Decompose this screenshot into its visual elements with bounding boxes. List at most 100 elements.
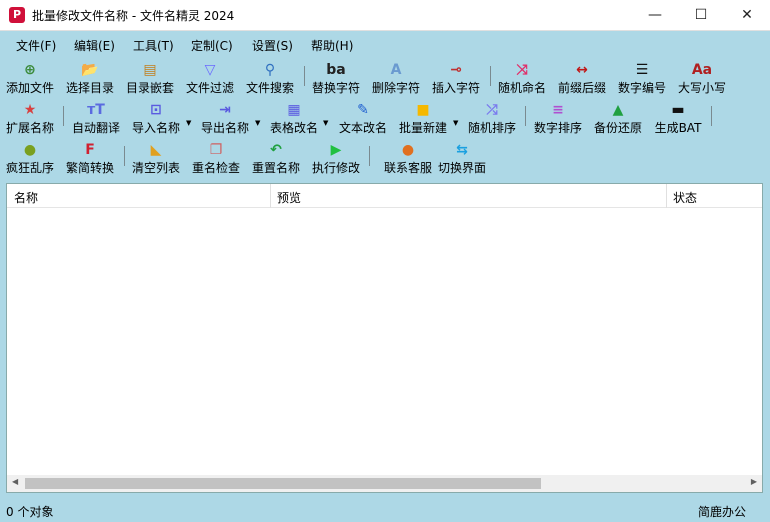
case-icon: Aa — [691, 62, 713, 78]
menu-tools[interactable]: 工具(T) — [133, 37, 174, 54]
numbered-list-icon: ☰ — [635, 62, 649, 78]
toolbar-button[interactable]: ▲ 备份还原 — [586, 102, 650, 136]
menu-customize[interactable]: 定制(C) — [191, 37, 233, 54]
toolbar-button[interactable]: ◣ 清空列表 — [124, 142, 188, 176]
horizontal-scrollbar[interactable]: ◀ ▶ — [7, 475, 762, 492]
toolbar-button-label: 导出名称 — [200, 121, 249, 135]
toolbar-button-label: 替换字符 — [311, 81, 360, 95]
toolbar-button[interactable]: ⊸ 插入字符 — [424, 62, 488, 96]
column-name[interactable]: 名称 — [14, 189, 38, 206]
toolbar-button[interactable]: ⊡ 导入名称 — [124, 102, 188, 136]
toolbar-button[interactable]: ▤ 目录嵌套 — [118, 62, 182, 96]
toolbar-button[interactable]: ■ 批量新建 — [391, 102, 455, 136]
terminal-icon: ▬ — [671, 102, 685, 118]
play-icon: ▶ — [330, 142, 342, 158]
toolbar-button-label: 批量新建 — [398, 121, 447, 135]
toolbar-button[interactable]: ≡ 数字排序 — [526, 102, 590, 136]
edit-icon: ✎ — [357, 102, 369, 118]
toolbar-button[interactable]: 📂 选择目录 — [58, 62, 122, 96]
toolbar-button[interactable]: ⤨ 随机命名 — [490, 62, 554, 96]
list-header: 名称 预览 状态 — [7, 184, 762, 208]
toolbar-button[interactable]: ★ 扩展名称 — [0, 102, 62, 136]
toolbar-button[interactable]: ↶ 重置名称 — [244, 142, 308, 176]
menu-help[interactable]: 帮助(H) — [311, 37, 353, 54]
folder-open-icon: 📂 — [81, 62, 99, 78]
toolbar-button[interactable]: ☰ 数字编号 — [610, 62, 674, 96]
scrollbar-thumb[interactable] — [25, 478, 541, 489]
filter-icon: ▽ — [204, 62, 216, 78]
f-letter-icon: F — [85, 142, 95, 158]
toolbar-button[interactable]: F 繁简转换 — [58, 142, 122, 176]
maximize-button[interactable]: ☐ — [678, 0, 724, 31]
toolbar-button[interactable]: ✎ 文本改名 — [331, 102, 395, 136]
toolbar-button-label: 生成BAT — [654, 121, 702, 135]
toolbar-button-label: 清空列表 — [131, 161, 180, 175]
toolbar-button[interactable]: ⚲ 文件搜索 — [238, 62, 302, 96]
toolbar-button[interactable]: ⤮ 随机排序 — [460, 102, 524, 136]
title-bar: P 批量修改文件名称 - 文件名精灵 2024 — ☐ ✕ — [0, 0, 770, 31]
lines-icon: ≡ — [552, 102, 564, 118]
add-file-icon: ⊕ — [24, 62, 36, 78]
broom-icon: ◣ — [150, 142, 162, 158]
scroll-right-icon[interactable]: ▶ — [751, 477, 757, 486]
menu-bar: 文件(F) 编辑(E) 工具(T) 定制(C) 设置(S) 帮助(H) — [0, 32, 770, 56]
object-count: 0 个对象 — [6, 505, 54, 519]
toolbar-button[interactable]: ⇆ 切换界面 — [430, 142, 494, 176]
column-divider[interactable] — [270, 184, 271, 208]
table-icon: ▦ — [287, 102, 301, 118]
toolbar-button-label: 选择目录 — [65, 81, 114, 95]
toolbar-separator — [369, 146, 370, 166]
toolbar-button[interactable]: ● 疯狂乱序 — [0, 142, 62, 176]
toolbar-button[interactable]: A 删除字符 — [364, 62, 428, 96]
menu-settings[interactable]: 设置(S) — [252, 37, 293, 54]
import-icon: ⊡ — [150, 102, 162, 118]
dropdown-arrow-icon[interactable]: ▼ — [255, 119, 260, 127]
minimize-button[interactable]: — — [632, 0, 678, 31]
toolbar-button-label: 插入字符 — [431, 81, 480, 95]
dropdown-arrow-icon[interactable]: ▼ — [453, 119, 458, 127]
toolbar-button[interactable]: ba 替换字符 — [304, 62, 368, 96]
menu-file[interactable]: 文件(F) — [16, 37, 56, 54]
toolbar-button[interactable]: ↔ 前缀后缀 — [550, 62, 614, 96]
file-list[interactable]: 名称 预览 状态 ◀ ▶ — [6, 183, 763, 493]
export-icon: ⇥ — [219, 102, 231, 118]
scroll-left-icon[interactable]: ◀ — [12, 477, 18, 486]
dropdown-arrow-icon[interactable]: ▼ — [323, 119, 328, 127]
close-button[interactable]: ✕ — [724, 0, 770, 31]
toolbar-button-label: 大写小写 — [677, 81, 726, 95]
column-preview[interactable]: 预览 — [277, 189, 301, 206]
replace-char-icon: ba — [326, 62, 346, 78]
toolbar-button-label: 执行修改 — [311, 161, 360, 175]
dropdown-arrow-icon[interactable]: ▼ — [186, 119, 191, 127]
switch-icon: ⇆ — [456, 142, 468, 158]
star-icon: ★ — [23, 102, 37, 118]
folder-icon: ■ — [416, 102, 430, 118]
toolbar-button[interactable]: Aa 大写小写 — [670, 62, 734, 96]
toolbar-button-label: 疯狂乱序 — [5, 161, 54, 175]
duplicate-icon: ❐ — [209, 142, 223, 158]
toolbar-button[interactable]: ▬ 生成BAT — [646, 102, 710, 136]
menu-edit[interactable]: 编辑(E) — [74, 37, 115, 54]
brand-label: 简鹿办公 — [698, 505, 747, 519]
undo-icon: ↶ — [270, 142, 282, 158]
toolbar-button[interactable]: ❐ 重名检查 — [184, 142, 248, 176]
column-status[interactable]: 状态 — [673, 189, 697, 206]
insert-char-icon: ⊸ — [450, 62, 462, 78]
toolbar-button[interactable]: ⇥ 导出名称 — [193, 102, 257, 136]
toolbar-button-label: 扩展名称 — [5, 121, 54, 135]
toolbar-separator — [525, 106, 526, 126]
toolbar-button-label: 文件搜索 — [245, 81, 294, 95]
toolbar-button-label: 随机命名 — [497, 81, 546, 95]
toolbar-button[interactable]: ⊕ 添加文件 — [0, 62, 62, 96]
toolbar-button[interactable]: ▶ 执行修改 — [304, 142, 368, 176]
toolbar-button-label: 文本改名 — [338, 121, 387, 135]
monster-icon: ● — [23, 142, 37, 158]
toolbar-button[interactable]: тT 自动翻译 — [64, 102, 128, 136]
toolbar-button[interactable]: ▽ 文件过滤 — [178, 62, 242, 96]
shuffle-icon: ⤨ — [516, 62, 528, 78]
toolbar-button-label: 添加文件 — [5, 81, 54, 95]
column-divider[interactable] — [666, 184, 667, 208]
toolbar-button-label: 目录嵌套 — [125, 81, 174, 95]
toolbar-button-label: 自动翻译 — [71, 121, 120, 135]
toolbar-button[interactable]: ▦ 表格改名 — [262, 102, 326, 136]
